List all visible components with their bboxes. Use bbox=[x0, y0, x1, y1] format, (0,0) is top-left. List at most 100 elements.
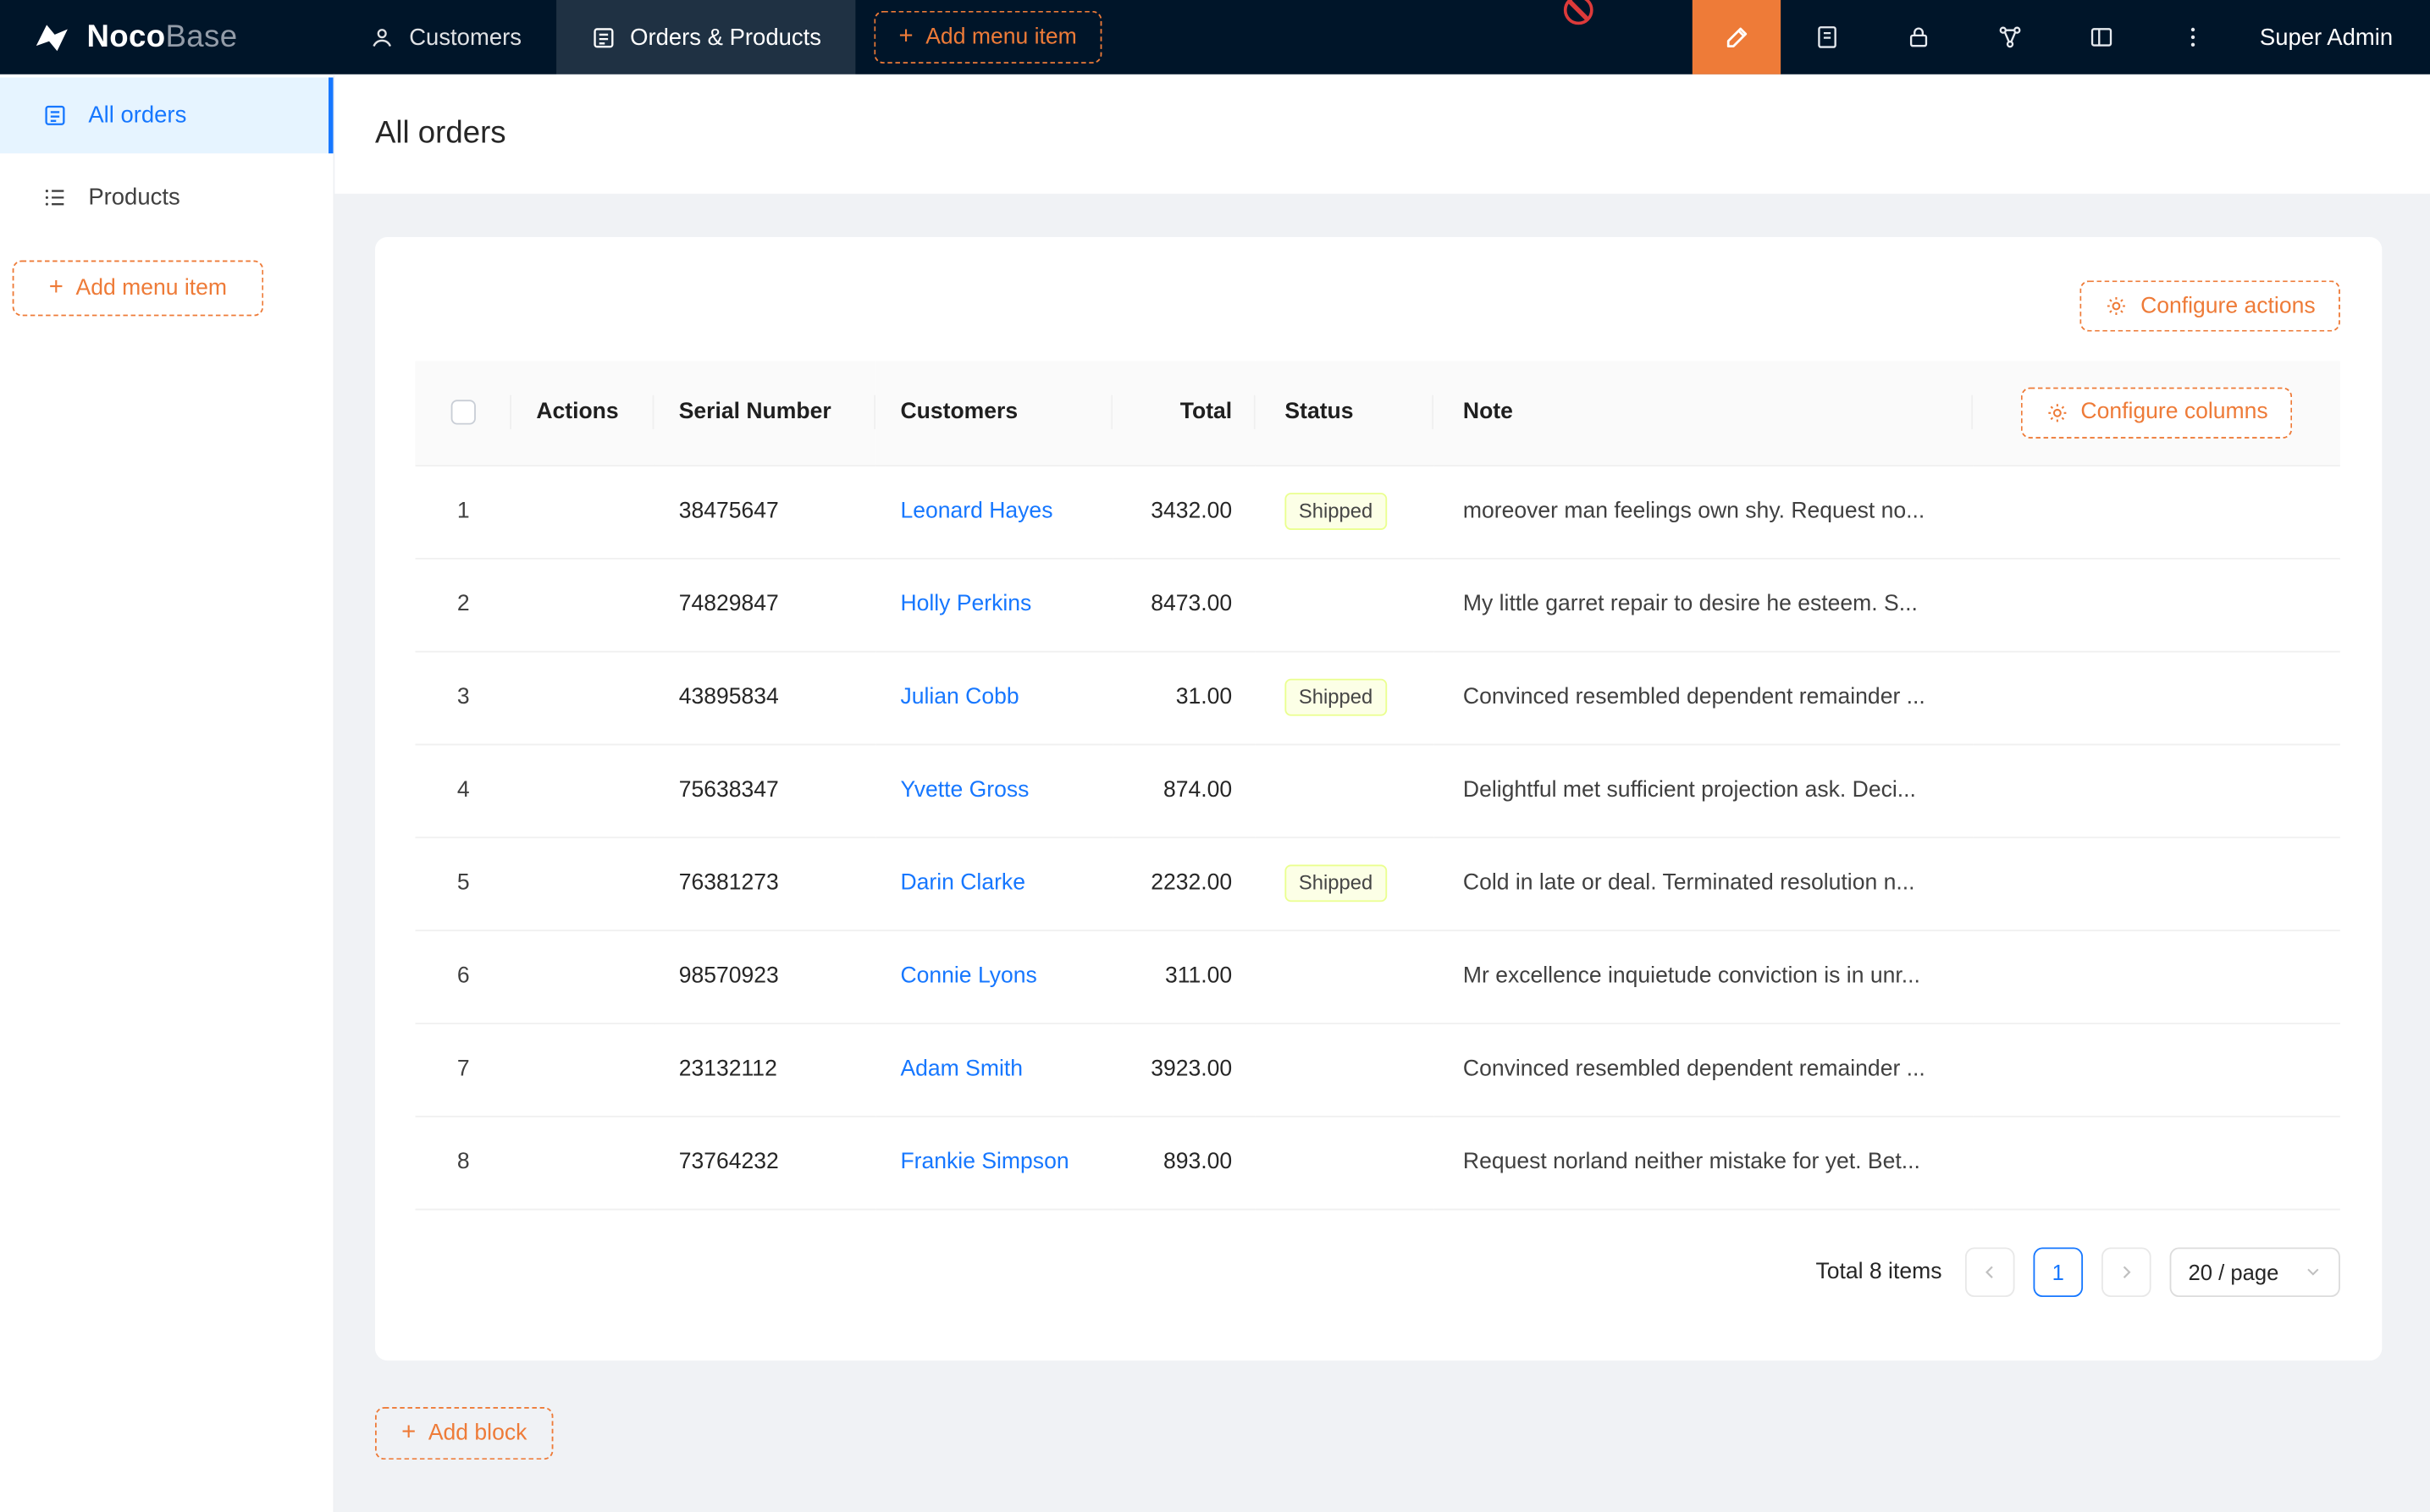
customer-link[interactable]: Frankie Simpson bbox=[900, 1150, 1069, 1174]
column-header-status: Status bbox=[1256, 361, 1433, 465]
pagination: Total 8 items 1 20 / page bbox=[416, 1247, 2340, 1297]
customer-link[interactable]: Yvette Gross bbox=[900, 778, 1029, 803]
spacer-cell bbox=[1973, 930, 2340, 1023]
page-content: Configure actions Actions Serial Number … bbox=[334, 194, 2430, 1460]
row-index: 4 bbox=[457, 778, 470, 803]
note-cell: Request norland neither mistake for yet.… bbox=[1433, 1116, 1973, 1209]
table-row[interactable]: 3 43895834 Julian Cobb 31.00 Shipped Con… bbox=[416, 651, 2340, 744]
sidebar-item-all-orders[interactable]: All orders bbox=[0, 78, 334, 154]
sidebar-item-products[interactable]: Products bbox=[0, 160, 334, 236]
column-header-actions: Actions bbox=[511, 361, 654, 465]
orders-table-block: Configure actions Actions Serial Number … bbox=[375, 237, 2382, 1360]
chevron-down-icon bbox=[2305, 1263, 2322, 1280]
settings-center-button[interactable] bbox=[2055, 0, 2146, 74]
no-entry-cursor-icon bbox=[1564, 0, 1593, 25]
total-cell: 3432.00 bbox=[1113, 465, 1255, 558]
table-header-row: Actions Serial Number Customers Total St… bbox=[416, 361, 2340, 465]
spacer-cell bbox=[1973, 651, 2340, 744]
table-row[interactable]: 2 74829847 Holly Perkins 8473.00 My litt… bbox=[416, 558, 2340, 651]
configure-columns-button[interactable]: Configure columns bbox=[2020, 387, 2293, 438]
table-row[interactable]: 7 23132112 Adam Smith 3923.00 Convinced … bbox=[416, 1023, 2340, 1116]
status-badge: Shipped bbox=[1284, 864, 1386, 902]
page-header: All orders bbox=[334, 74, 2430, 194]
actions-cell bbox=[511, 1023, 654, 1116]
pagination-next-button[interactable] bbox=[2101, 1247, 2151, 1297]
customer-link[interactable]: Julian Cobb bbox=[900, 685, 1019, 709]
customer-link[interactable]: Connie Lyons bbox=[900, 964, 1036, 989]
orders-icon bbox=[590, 24, 616, 50]
customers-icon bbox=[369, 24, 395, 50]
top-navbar: NocoBase Customers Orders & Products + A… bbox=[0, 0, 2430, 74]
add-block-label: Add block bbox=[428, 1421, 527, 1445]
chevron-right-icon bbox=[2117, 1262, 2135, 1281]
page-size-select[interactable]: 20 / page bbox=[2170, 1247, 2340, 1297]
pagination-page-button[interactable]: 1 bbox=[2033, 1247, 2083, 1297]
table-row[interactable]: 8 73764232 Frankie Simpson 893.00 Reques… bbox=[416, 1116, 2340, 1209]
table-row[interactable]: 1 38475647 Leonard Hayes 3432.00 Shipped… bbox=[416, 465, 2340, 558]
plus-icon: + bbox=[898, 25, 913, 49]
user-menu[interactable]: Super Admin bbox=[2238, 0, 2430, 74]
row-index: 8 bbox=[457, 1150, 470, 1174]
serial-number-cell: 43895834 bbox=[654, 651, 875, 744]
plugins-button[interactable] bbox=[1963, 0, 2055, 74]
actions-cell bbox=[511, 651, 654, 744]
nav-item-customers[interactable]: Customers bbox=[334, 0, 555, 74]
table-row[interactable]: 5 76381273 Darin Clarke 2232.00 Shipped … bbox=[416, 836, 2340, 930]
customer-link[interactable]: Darin Clarke bbox=[900, 871, 1025, 896]
api-doc-button[interactable] bbox=[1781, 0, 1872, 74]
nocobase-logo[interactable]: NocoBase bbox=[0, 0, 334, 74]
serial-number-cell: 74829847 bbox=[654, 558, 875, 651]
navbar-actions: Super Admin bbox=[1693, 0, 2430, 74]
nav-item-orders-products[interactable]: Orders & Products bbox=[555, 0, 855, 74]
main-area: All orders Configure actions bbox=[334, 74, 2430, 1512]
orders-icon bbox=[41, 102, 68, 129]
customer-link[interactable]: Leonard Hayes bbox=[900, 499, 1052, 523]
column-header-note: Note bbox=[1433, 361, 1973, 465]
add-block-button[interactable]: + Add block bbox=[375, 1407, 554, 1460]
row-index: 1 bbox=[457, 499, 470, 523]
page-size-value: 20 / page bbox=[2189, 1259, 2279, 1283]
row-index: 7 bbox=[457, 1057, 470, 1081]
row-index: 2 bbox=[457, 592, 470, 616]
app-window: NocoBase Customers Orders & Products + A… bbox=[0, 0, 2430, 1512]
ui-editor-button[interactable] bbox=[1693, 0, 1781, 74]
list-icon bbox=[41, 185, 68, 211]
nocobase-logo-icon bbox=[31, 16, 73, 58]
configure-actions-button[interactable]: Configure actions bbox=[2080, 280, 2340, 331]
actions-cell bbox=[511, 1116, 654, 1209]
main-menu: Customers Orders & Products + Add menu i… bbox=[334, 0, 1102, 74]
total-cell: 874.00 bbox=[1113, 744, 1255, 837]
configure-columns-label: Configure columns bbox=[2080, 400, 2267, 425]
spacer-cell bbox=[1973, 465, 2340, 558]
table-toolbar: Configure actions bbox=[416, 280, 2340, 331]
column-header-total: Total bbox=[1113, 361, 1255, 465]
customer-link[interactable]: Holly Perkins bbox=[900, 592, 1031, 616]
add-menu-item-button-top[interactable]: + Add menu item bbox=[874, 11, 1102, 63]
total-cell: 8473.00 bbox=[1113, 558, 1255, 651]
add-menu-item-button-side[interactable]: + Add menu item bbox=[13, 261, 264, 317]
sidebar-item-label: Products bbox=[88, 185, 179, 211]
note-cell: Delightful met sufficient projection ask… bbox=[1433, 744, 1973, 837]
layout-icon bbox=[2087, 23, 2115, 51]
column-header-customers: Customers bbox=[875, 361, 1113, 465]
auth-button[interactable] bbox=[1872, 0, 1963, 74]
serial-number-cell: 23132112 bbox=[654, 1023, 875, 1116]
highlighter-icon bbox=[1721, 22, 1753, 53]
note-cell: Mr excellence inquietude conviction is i… bbox=[1433, 930, 1973, 1023]
row-index: 3 bbox=[457, 685, 470, 709]
orders-table: Actions Serial Number Customers Total St… bbox=[416, 361, 2340, 1209]
page-title: All orders bbox=[375, 116, 506, 152]
logo-noco: Noco bbox=[87, 19, 166, 53]
pagination-prev-button[interactable] bbox=[1965, 1247, 2015, 1297]
customer-link[interactable]: Adam Smith bbox=[900, 1057, 1023, 1081]
table-row[interactable]: 6 98570923 Connie Lyons 311.00 Mr excell… bbox=[416, 930, 2340, 1023]
note-cell: Convinced resembled dependent remainder … bbox=[1433, 1023, 1973, 1116]
select-all-checkbox[interactable] bbox=[451, 400, 476, 425]
add-menu-item-label: Add menu item bbox=[76, 276, 228, 301]
total-cell: 31.00 bbox=[1113, 651, 1255, 744]
row-index: 6 bbox=[457, 964, 470, 989]
table-row[interactable]: 4 75638347 Yvette Gross 874.00 Delightfu… bbox=[416, 744, 2340, 837]
spacer-cell bbox=[1973, 836, 2340, 930]
more-button[interactable] bbox=[2146, 0, 2238, 74]
plus-icon: + bbox=[49, 276, 64, 301]
